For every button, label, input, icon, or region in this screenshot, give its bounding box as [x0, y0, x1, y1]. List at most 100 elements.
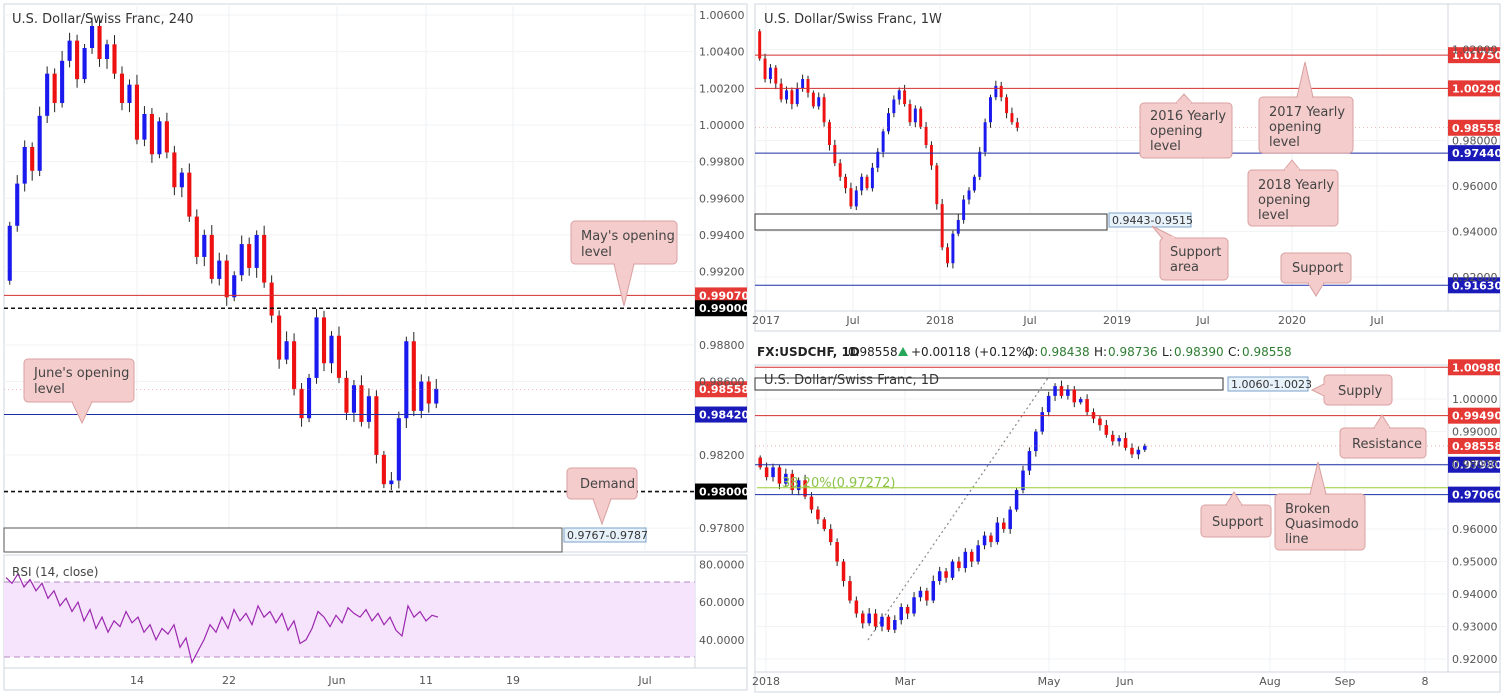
x-tick-label: Sep: [1335, 675, 1356, 688]
x-tick-label: Mar: [895, 675, 916, 688]
x-tick-label: 22: [222, 674, 236, 687]
price-tag-text-figure-0-98: 0.98000: [699, 486, 749, 499]
x-tick-label: 2018: [752, 675, 780, 688]
weekly-x-axis: 2017 Jul 2018 Jul 2019 Jul 2020 Jul: [752, 310, 1501, 332]
candle-body: [172, 152, 177, 188]
candle-body: [1136, 449, 1141, 455]
daily-low: 0.98390: [1174, 345, 1224, 359]
candle-body: [112, 44, 117, 74]
candle-body: [929, 144, 933, 166]
y-tick-label: 0.92000: [1452, 271, 1498, 284]
candle-body: [329, 335, 334, 364]
candle-body: [1130, 447, 1134, 455]
supply-zone-label: 1.0060-1.0023: [1231, 378, 1312, 391]
candle-body: [854, 600, 859, 614]
candle-body: [951, 233, 955, 264]
x-tick-label: Jun: [1115, 675, 1133, 688]
candle-body: [937, 571, 942, 582]
candle-body: [809, 496, 814, 510]
daily-high: 0.98736: [1108, 345, 1158, 359]
y-tick-label: 0.92000: [1452, 653, 1498, 666]
support-area-zone: [754, 213, 1108, 231]
daily-title: U.S. Dollar/Swiss Franc, 1D: [764, 373, 939, 388]
candle-body: [758, 457, 762, 468]
candle-body: [1034, 431, 1038, 452]
candle-body: [925, 590, 929, 601]
candle-body: [202, 234, 207, 257]
y-tick-label: 0.98000: [1452, 458, 1498, 471]
candle-body: [892, 99, 896, 114]
candle-body: [768, 67, 772, 80]
svg-text:Support: Support: [1212, 515, 1263, 530]
candle-body: [396, 418, 401, 481]
y-tick-label: 0.96000: [1452, 523, 1498, 536]
candle-body: [860, 613, 865, 624]
candle-body: [827, 122, 831, 145]
y-tick-label: 0.98800: [699, 339, 745, 352]
candle-body: [306, 377, 312, 419]
y-tick-label: 0.96000: [1452, 180, 1498, 193]
candle-body: [899, 607, 903, 621]
callout-junes-text-2: level: [34, 382, 65, 397]
candle-body: [1005, 97, 1009, 114]
candle-body: [187, 172, 192, 217]
candle-body: [972, 176, 976, 191]
candle-body: [359, 385, 364, 422]
svg-text:level: level: [1150, 139, 1181, 154]
demand-zone-label: 0.9767-0.9787: [567, 529, 648, 542]
svg-text:Support: Support: [1170, 245, 1221, 260]
y-tick-label: 0.99400: [699, 229, 745, 242]
candle-body: [1046, 395, 1051, 413]
candle-body: [999, 85, 1003, 98]
price-tag-text-current: 0.98558: [1452, 122, 1502, 135]
candle-body: [75, 40, 80, 80]
candle-body: [419, 381, 424, 411]
daily-y-axis: 1.00000 0.99000 0.98000 0.96000 0.95000 0.940…: [1452, 393, 1498, 666]
candle-body: [913, 108, 917, 123]
svg-text:opening: opening: [1269, 120, 1322, 135]
candle-body: [880, 616, 884, 627]
candle-body: [1098, 418, 1102, 426]
candle-body: [389, 480, 394, 485]
candle-body: [956, 220, 960, 234]
candle-body: [969, 551, 974, 562]
svg-text:level: level: [1258, 208, 1289, 223]
candle-body: [1014, 490, 1019, 510]
candle-body: [404, 341, 409, 419]
svg-text:2017 Yearly: 2017 Yearly: [1269, 105, 1345, 120]
candle-body: [60, 60, 65, 103]
y-tick-label: 1.00200: [699, 82, 745, 95]
candle-body: [1021, 470, 1025, 491]
y-tick-label: 1.00000: [1452, 393, 1498, 406]
candle-body: [224, 260, 229, 298]
candle-body: [919, 108, 923, 127]
svg-text:2018 Yearly: 2018 Yearly: [1258, 178, 1334, 193]
candle-body: [381, 454, 386, 485]
candle-body: [194, 216, 199, 257]
daily-panel: 1.009800.994900.985580.979800.97060 1.00…: [754, 359, 1502, 673]
candle-body: [321, 317, 327, 364]
x-tick-label: 2017: [752, 314, 780, 327]
svg-text:Support: Support: [1292, 261, 1343, 276]
daily-c-label: C:: [1228, 345, 1240, 359]
candle-body: [950, 561, 955, 578]
candle-body: [1015, 122, 1019, 128]
x-tick-label: 19: [506, 674, 520, 687]
svg-text:Resistance: Resistance: [1352, 437, 1422, 452]
svg-text:opening: opening: [1150, 124, 1203, 139]
candle-body: [989, 535, 993, 543]
svg-text:Broken: Broken: [1285, 502, 1330, 517]
candle-body: [1008, 509, 1012, 530]
svg-text:level: level: [1269, 135, 1300, 150]
candle-body: [1085, 399, 1089, 413]
price-tag-text-junes-opening: 0.98420: [699, 409, 749, 422]
candle-body: [957, 561, 961, 569]
candle-body: [1104, 425, 1109, 435]
candle-body: [774, 67, 778, 84]
candle-body: [52, 73, 57, 103]
candle-body: [157, 121, 162, 155]
weekly-title: U.S. Dollar/Swiss Franc, 1W: [764, 12, 942, 27]
svg-text:line: line: [1285, 532, 1308, 547]
y-tick-label: 0.99200: [699, 266, 745, 279]
callout-mays-text-1: May's opening: [581, 229, 675, 244]
